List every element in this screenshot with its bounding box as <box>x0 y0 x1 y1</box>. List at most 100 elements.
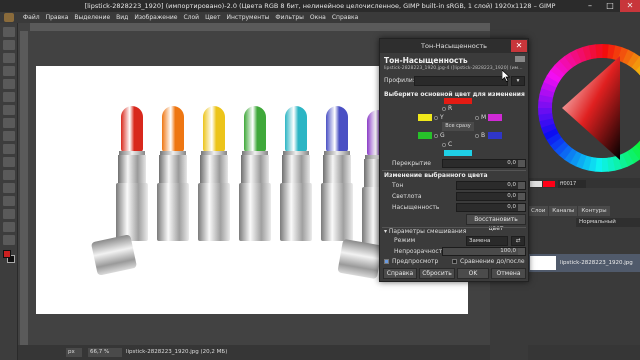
rect-select-tool-icon[interactable] <box>3 40 15 50</box>
opacity-spin[interactable] <box>518 248 525 255</box>
primary-blue-radio[interactable] <box>475 134 479 138</box>
primary-green-radio[interactable] <box>434 134 438 138</box>
presets-menu-button[interactable]: ▾ <box>511 76 525 86</box>
reset-button[interactable]: Сбросить <box>419 268 455 279</box>
clone-tool-icon[interactable] <box>3 157 15 167</box>
mode-switch-button[interactable]: ⇄ <box>511 236 525 246</box>
ok-button[interactable]: OK <box>457 268 489 279</box>
menu-color[interactable]: Цвет <box>202 14 223 21</box>
tab-layers[interactable]: Слои <box>528 206 549 216</box>
all-colors-button[interactable]: Все сразу <box>442 122 474 131</box>
hue-spin[interactable] <box>518 182 525 189</box>
primary-yellow-swatch[interactable] <box>418 114 432 121</box>
paintbrush-tool-icon[interactable] <box>3 131 15 141</box>
lightness-slider[interactable]: 0,0 <box>456 192 526 201</box>
blend-options-heading[interactable]: ▾ Параметры смешивания <box>384 228 466 235</box>
primary-magenta-swatch[interactable] <box>488 114 502 121</box>
menu-help[interactable]: Справка <box>329 14 361 21</box>
swatch-light[interactable] <box>530 181 542 187</box>
close-button[interactable]: ✕ <box>620 0 640 12</box>
zoom-tool-icon[interactable] <box>3 235 15 245</box>
opacity-value: 100,0 <box>500 248 516 254</box>
fuzzy-select-tool-icon[interactable] <box>3 66 15 76</box>
color-picker-tool-icon[interactable] <box>3 209 15 219</box>
paint-bucket-tool-icon[interactable] <box>3 118 15 128</box>
zoom-selector[interactable]: 66,7 % <box>88 348 122 357</box>
paths-tool-icon[interactable] <box>3 183 15 193</box>
menu-tools[interactable]: Инструменты <box>223 14 272 21</box>
hue-slider[interactable]: 0,0 <box>456 181 526 190</box>
primary-magenta-label: M <box>481 114 487 121</box>
gimp-logo-icon <box>4 13 14 22</box>
menu-windows[interactable]: Окна <box>307 14 329 21</box>
swatch-red[interactable] <box>543 181 555 187</box>
menu-view[interactable]: Вид <box>113 14 131 21</box>
saturation-spin[interactable] <box>518 204 525 211</box>
preview-checkbox[interactable] <box>384 259 389 264</box>
menu-image[interactable]: Изображение <box>131 14 180 21</box>
help-button[interactable]: Справка <box>383 268 417 279</box>
presets-combo[interactable] <box>414 76 508 86</box>
primary-yellow-radio[interactable] <box>434 116 438 120</box>
hex-color-input[interactable]: ff0017 <box>558 180 586 188</box>
swap-icon: ⇄ <box>515 238 521 244</box>
primary-cyan-radio[interactable] <box>442 143 446 147</box>
split-view-checkbox[interactable] <box>452 259 457 264</box>
primary-green-swatch[interactable] <box>418 132 432 139</box>
layer-mode-select[interactable]: Нормальный <box>576 218 640 227</box>
saturation-slider[interactable]: 0,0 <box>456 203 526 212</box>
primary-magenta-radio[interactable] <box>475 116 479 120</box>
menu-edit[interactable]: Правка <box>43 14 72 21</box>
menu-file[interactable]: Файл <box>20 14 43 21</box>
primary-green-label: G <box>440 132 445 139</box>
primary-red-radio[interactable] <box>442 107 446 111</box>
tab-paths[interactable]: Контуры <box>578 206 610 216</box>
overlap-slider[interactable]: 0,0 <box>442 159 526 168</box>
mode-select[interactable]: Замена <box>466 236 508 246</box>
primary-red-label: R <box>448 105 453 112</box>
foreground-color-swatch[interactable] <box>3 250 11 258</box>
minimize-button[interactable]: – <box>580 0 600 12</box>
primary-cyan-swatch[interactable] <box>444 150 472 156</box>
dock-bottom-toolbar <box>528 345 640 360</box>
opacity-slider[interactable]: 100,0 <box>442 247 526 256</box>
lightness-label: Светлота <box>392 193 422 200</box>
dialog-close-button[interactable]: ✕ <box>511 40 527 52</box>
layer-name: lipstick-2828223_1920.jpg <box>560 260 633 266</box>
adjust-heading: Изменение выбранного цвета <box>384 172 488 179</box>
layer-row[interactable]: lipstick-2828223_1920.jpg <box>528 254 640 272</box>
move-tool-icon[interactable] <box>3 27 15 37</box>
warp-tool-icon[interactable] <box>3 105 15 115</box>
menu-select[interactable]: Выделение <box>71 14 113 21</box>
unit-selector[interactable]: px <box>66 348 82 357</box>
primary-blue-label: B <box>481 132 486 139</box>
cancel-button[interactable]: Отмена <box>491 268 526 279</box>
horizontal-ruler <box>30 23 490 31</box>
file-info: lipstick-2828223_1920.jpg (20,2 МБ) <box>126 349 228 355</box>
crop-tool-icon[interactable] <box>3 79 15 89</box>
color-wheel[interactable] <box>528 36 640 176</box>
smudge-tool-icon[interactable] <box>3 170 15 180</box>
primary-blue-swatch[interactable] <box>488 132 502 139</box>
dock-tabs: Слои Каналы Контуры <box>528 206 640 216</box>
measure-tool-icon[interactable] <box>3 222 15 232</box>
transform-tool-icon[interactable] <box>3 92 15 102</box>
lipstick-cap-right <box>337 238 383 280</box>
split-view-label: Сравнение до/после <box>460 258 525 265</box>
maximize-button[interactable]: □ <box>600 0 620 12</box>
lightness-spin[interactable] <box>518 193 525 200</box>
blend-options-label: Параметры смешивания <box>388 228 467 235</box>
menu-layer[interactable]: Слой <box>180 14 202 21</box>
text-tool-icon[interactable] <box>3 196 15 206</box>
lasso-tool-icon[interactable] <box>3 53 15 63</box>
eraser-tool-icon[interactable] <box>3 144 15 154</box>
dialog-menu-icon[interactable] <box>515 56 525 62</box>
tab-channels[interactable]: Каналы <box>549 206 578 216</box>
overlap-spin[interactable] <box>518 160 525 167</box>
primary-cyan-label: C <box>448 141 453 148</box>
mode-label: Режим <box>394 237 416 244</box>
hue-label: Тон <box>392 182 404 189</box>
reset-color-button[interactable]: Восстановить цвет <box>466 214 526 232</box>
menu-filters[interactable]: Фильтры <box>272 14 306 21</box>
primary-red-swatch[interactable] <box>444 98 472 104</box>
